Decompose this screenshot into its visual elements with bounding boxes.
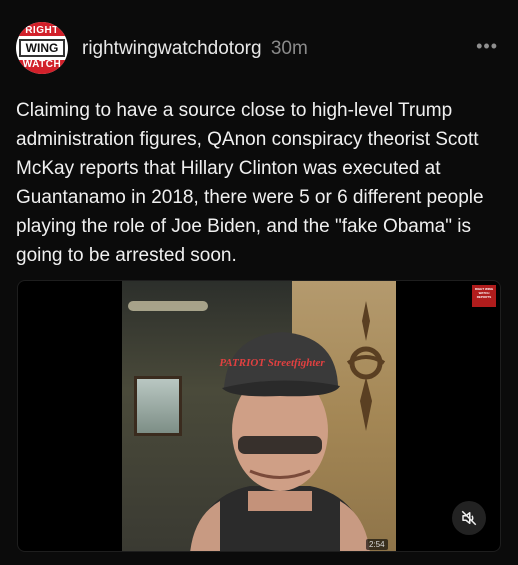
username-row: rightwingwatchdotorg 30m xyxy=(82,38,308,60)
avatar[interactable]: RIGHT WING WATCH xyxy=(16,22,68,74)
watermark-logo: RIGHT WING WATCH REPORTS xyxy=(472,285,496,307)
window xyxy=(134,376,182,436)
avatar-middle-text: WING xyxy=(19,39,65,57)
more-options-icon[interactable]: ••• xyxy=(476,36,498,57)
username-link[interactable]: rightwingwatchdotorg xyxy=(82,38,262,59)
mute-button[interactable] xyxy=(452,501,486,535)
post-time: 30m xyxy=(270,38,308,59)
person-in-video: PATRIOT Streetfighter xyxy=(190,332,370,551)
post-header: RIGHT WING WATCH rightwingwatchdotorg 30… xyxy=(16,22,504,74)
post-text: Claiming to have a source close to high-… xyxy=(16,100,484,266)
avatar-bottom-text: WATCH xyxy=(16,60,68,74)
video-frame: PATRIOT Streetfighter xyxy=(122,281,396,551)
cap-text: PATRIOT Streetfighter xyxy=(219,357,325,369)
video-duration: 2:54 xyxy=(366,539,388,550)
ceiling-light xyxy=(128,301,208,311)
avatar-top-text: RIGHT xyxy=(16,22,68,36)
watermark-text: RIGHT WING WATCH REPORTS xyxy=(474,287,494,299)
video-player[interactable]: PATRIOT Streetfighter RIGHT WING WATCH R… xyxy=(17,280,501,552)
speaker-muted-icon xyxy=(461,510,477,526)
